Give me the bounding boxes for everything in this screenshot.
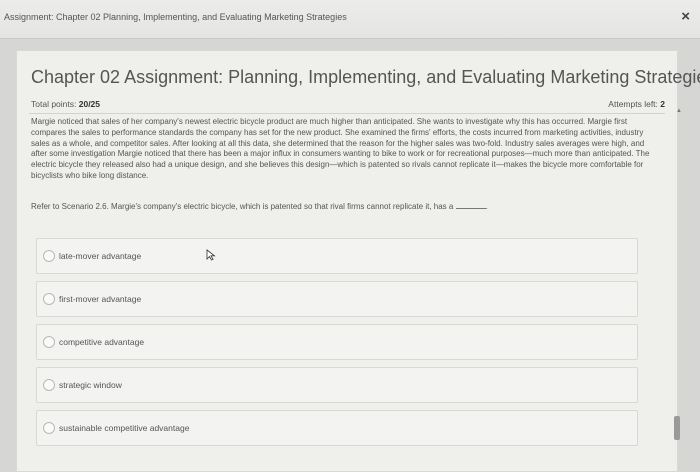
radio-icon[interactable] <box>43 293 55 305</box>
radio-icon[interactable] <box>43 379 55 391</box>
mouse-pointer-icon <box>206 249 216 261</box>
option-label: sustainable competitive advantage <box>59 423 190 433</box>
window-title: Assignment: Chapter 02 Planning, Impleme… <box>4 12 347 22</box>
page-title: Chapter 02 Assignment: Planning, Impleme… <box>31 67 700 87</box>
scenario-text: Margie noticed that sales of her company… <box>31 117 650 180</box>
question-period: . <box>485 202 488 211</box>
answer-option-sustainable[interactable]: sustainable competitive advantage <box>36 410 638 446</box>
radio-icon[interactable] <box>43 250 55 262</box>
option-label: first-mover advantage <box>59 294 142 304</box>
window-titlebar: Assignment: Chapter 02 Planning, Impleme… <box>0 0 700 39</box>
scrollbar[interactable]: ▲ <box>674 108 684 470</box>
answer-blank <box>455 200 486 209</box>
attempts-label: Attempts left: <box>608 99 661 109</box>
question-prompt: Refer to Scenario 2.6. Margie's company'… <box>31 202 454 211</box>
attempts-left: Attempts left: 2 <box>608 99 665 109</box>
scroll-thumb[interactable] <box>674 416 680 440</box>
radio-icon[interactable] <box>43 422 55 434</box>
scroll-up-icon[interactable]: ▲ <box>676 108 682 114</box>
attempts-value: 2 <box>660 99 665 109</box>
option-label: late-mover advantage <box>59 251 142 261</box>
question-text: Refer to Scenario 2.6. Margie's company'… <box>31 200 659 211</box>
answer-option-competitive[interactable]: competitive advantage <box>36 324 638 360</box>
answer-option-late-mover[interactable]: late-mover advantage <box>36 238 638 274</box>
option-label: strategic window <box>59 380 122 390</box>
close-icon[interactable]: × <box>681 9 690 24</box>
total-points: Total points: 20/25 <box>31 99 100 109</box>
points-value: 20/25 <box>78 99 101 109</box>
option-label: competitive advantage <box>59 337 145 347</box>
answer-option-strategic-window[interactable]: strategic window <box>36 367 638 403</box>
divider <box>29 113 665 114</box>
points-label: Total points: <box>31 99 79 109</box>
radio-icon[interactable] <box>43 336 55 348</box>
answer-option-first-mover[interactable]: first-mover advantage <box>36 281 638 317</box>
